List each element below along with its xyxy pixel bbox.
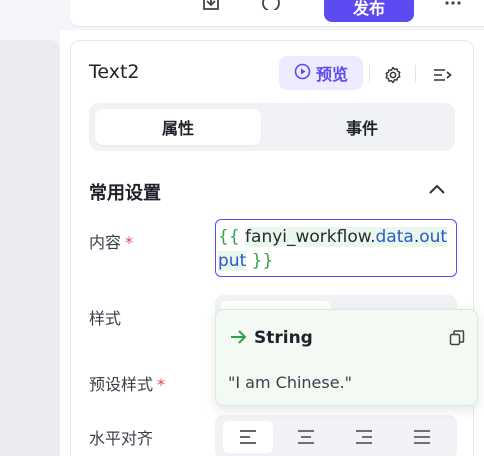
component-title: Text2 (89, 61, 140, 83)
align-center-icon[interactable] (281, 421, 331, 453)
tab-events[interactable]: 事件 (279, 109, 445, 145)
align-right-icon[interactable] (339, 421, 389, 453)
collapse-panel-icon[interactable] (433, 65, 453, 85)
copy-icon[interactable] (448, 329, 466, 347)
required-mark: * (125, 233, 134, 252)
publish-button[interactable]: 发布 (324, 0, 414, 22)
value-preview-popover: String "I am Chinese." (215, 309, 478, 406)
preset-style-label: 预设样式 * (89, 375, 166, 394)
download-icon[interactable] (200, 0, 222, 10)
preview-label: 预览 (315, 65, 348, 84)
history-icon[interactable] (260, 0, 282, 10)
section-title: 常用设置 (89, 183, 161, 204)
align-justify-icon[interactable] (397, 421, 447, 453)
header-divider (369, 65, 370, 83)
style-label: 样式 (89, 309, 122, 328)
required-mark: * (157, 375, 166, 394)
value-type-label: String (254, 328, 313, 348)
preview-button[interactable]: 预览 (279, 56, 363, 90)
align-label: 水平对齐 (89, 429, 154, 448)
arrow-right-icon (230, 329, 248, 349)
play-circle-icon (294, 63, 311, 84)
chevron-up-icon[interactable] (427, 181, 447, 197)
value-preview-text: "I am Chinese." (228, 373, 353, 392)
content-expression-input[interactable]: {{ fanyi_workflow.data.output }} (215, 219, 457, 277)
gear-icon[interactable] (383, 65, 403, 85)
panel-tabs: 属性 事件 (89, 103, 455, 151)
canvas-area[interactable] (0, 40, 60, 456)
content-label: 内容 * (89, 233, 134, 252)
tab-properties[interactable]: 属性 (95, 109, 261, 145)
align-segmented-control (215, 415, 457, 456)
align-left-icon[interactable] (223, 421, 273, 453)
toolbar-actions (70, 0, 484, 26)
more-icon[interactable] (442, 0, 464, 10)
header-divider-2 (415, 65, 416, 83)
